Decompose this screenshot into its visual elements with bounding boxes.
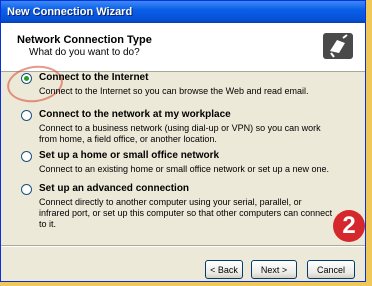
radio-connect-internet[interactable] <box>21 73 32 84</box>
option-description: Connect to an existing home or small off… <box>39 164 329 174</box>
wizard-header: Network Connection Type What do you want… <box>1 23 365 72</box>
radio-home-network[interactable] <box>21 151 32 162</box>
options-area: Connect to the Internet Connect to the I… <box>1 62 365 242</box>
option-label: Set up an advanced connection <box>39 183 190 194</box>
next-button[interactable]: Next > <box>251 260 297 279</box>
option-description: Connect to the Internet so you can brows… <box>39 86 309 96</box>
title-bar: New Connection Wizard <box>1 1 365 23</box>
page-subtitle: What do you want to do? <box>29 47 140 58</box>
wizard-window: New Connection Wizard Network Connection… <box>0 0 366 282</box>
option-connect-workplace[interactable]: Connect to the network at my workplace C… <box>21 109 334 145</box>
option-label: Set up a home or small office network <box>39 150 220 161</box>
option-label: Connect to the Internet <box>39 72 149 83</box>
network-connection-icon <box>323 33 353 59</box>
cancel-button[interactable]: Cancel <box>307 260 355 279</box>
option-home-network[interactable]: Set up a home or small office network Co… <box>21 150 334 175</box>
option-description: Connect directly to another computer usi… <box>39 197 333 229</box>
page-title: Network Connection Type <box>17 34 152 46</box>
back-button[interactable]: < Back <box>205 260 243 279</box>
radio-advanced[interactable] <box>21 184 32 195</box>
step-number-badge: 2 <box>333 210 365 242</box>
option-advanced[interactable]: Set up an advanced connection Connect di… <box>21 183 334 230</box>
radio-connect-workplace[interactable] <box>21 110 32 121</box>
option-description: Connect to a business network (using dia… <box>39 123 321 144</box>
footer-separator <box>1 245 365 247</box>
option-connect-internet[interactable]: Connect to the Internet Connect to the I… <box>21 72 334 97</box>
option-label: Connect to the network at my workplace <box>39 109 231 120</box>
